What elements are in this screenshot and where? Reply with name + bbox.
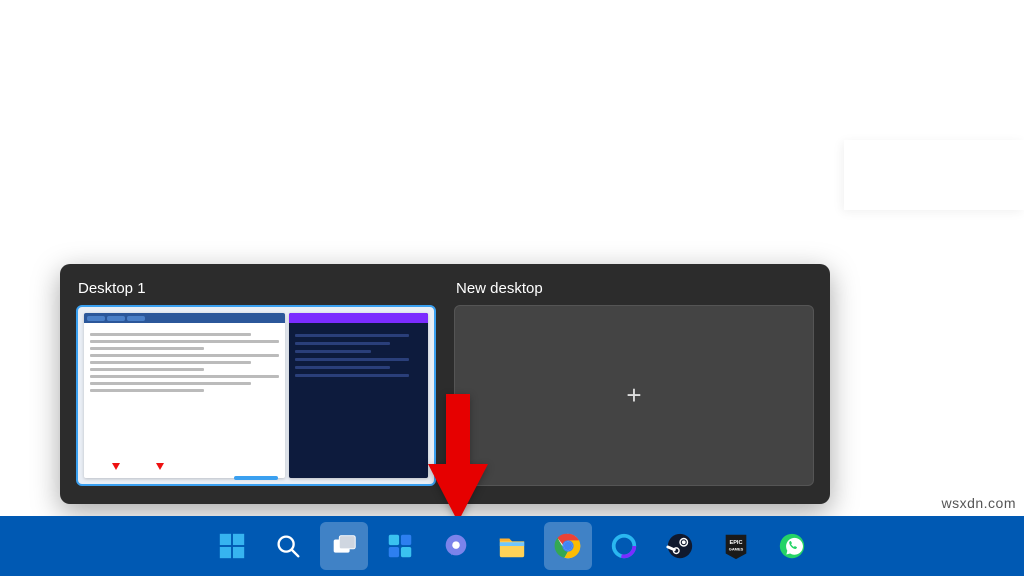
file-explorer-button[interactable] <box>488 522 536 570</box>
start-button[interactable] <box>208 522 256 570</box>
desktop-label: Desktop 1 <box>78 280 434 297</box>
new-desktop-button[interactable]: + <box>454 305 814 486</box>
virtual-desktop-card[interactable]: Desktop 1 <box>76 276 436 486</box>
task-view-icon <box>329 531 359 561</box>
desktop-label: New desktop <box>456 280 812 297</box>
start-icon <box>217 531 247 561</box>
whatsapp-icon <box>777 531 807 561</box>
widgets-icon <box>385 531 415 561</box>
new-desktop-card[interactable]: New desktop + <box>454 276 814 486</box>
steam-button[interactable] <box>656 522 704 570</box>
thumb-window-document <box>84 313 285 478</box>
widgets-button[interactable] <box>376 522 424 570</box>
chrome-button[interactable] <box>544 522 592 570</box>
taskbar-center-icons: EPIC GAMES <box>208 522 816 570</box>
chat-button[interactable] <box>432 522 480 570</box>
epic-games-icon: EPIC GAMES <box>721 531 751 561</box>
epic-games-button[interactable]: EPIC GAMES <box>712 522 760 570</box>
whatsapp-button[interactable] <box>768 522 816 570</box>
search-icon <box>273 531 303 561</box>
search-button[interactable] <box>264 522 312 570</box>
file-explorer-icon <box>497 531 527 561</box>
thumbnail-windows <box>84 313 428 478</box>
steam-icon <box>665 531 695 561</box>
thumb-window-editor <box>289 313 428 478</box>
active-desktop-indicator <box>234 476 278 480</box>
annotation-arrow-icon <box>428 394 488 522</box>
svg-text:GAMES: GAMES <box>729 547 744 552</box>
background-shadow <box>844 140 1024 210</box>
plus-icon: + <box>626 380 641 411</box>
chrome-icon <box>553 531 583 561</box>
chat-icon <box>441 531 471 561</box>
cortana-button[interactable] <box>600 522 648 570</box>
taskbar: EPIC GAMES <box>0 516 1024 576</box>
watermark-text: wsxdn.com <box>941 495 1016 511</box>
cortana-icon <box>609 531 639 561</box>
task-view-button[interactable] <box>320 522 368 570</box>
svg-text:EPIC: EPIC <box>729 540 742 546</box>
desktop-thumbnail[interactable] <box>76 305 436 486</box>
